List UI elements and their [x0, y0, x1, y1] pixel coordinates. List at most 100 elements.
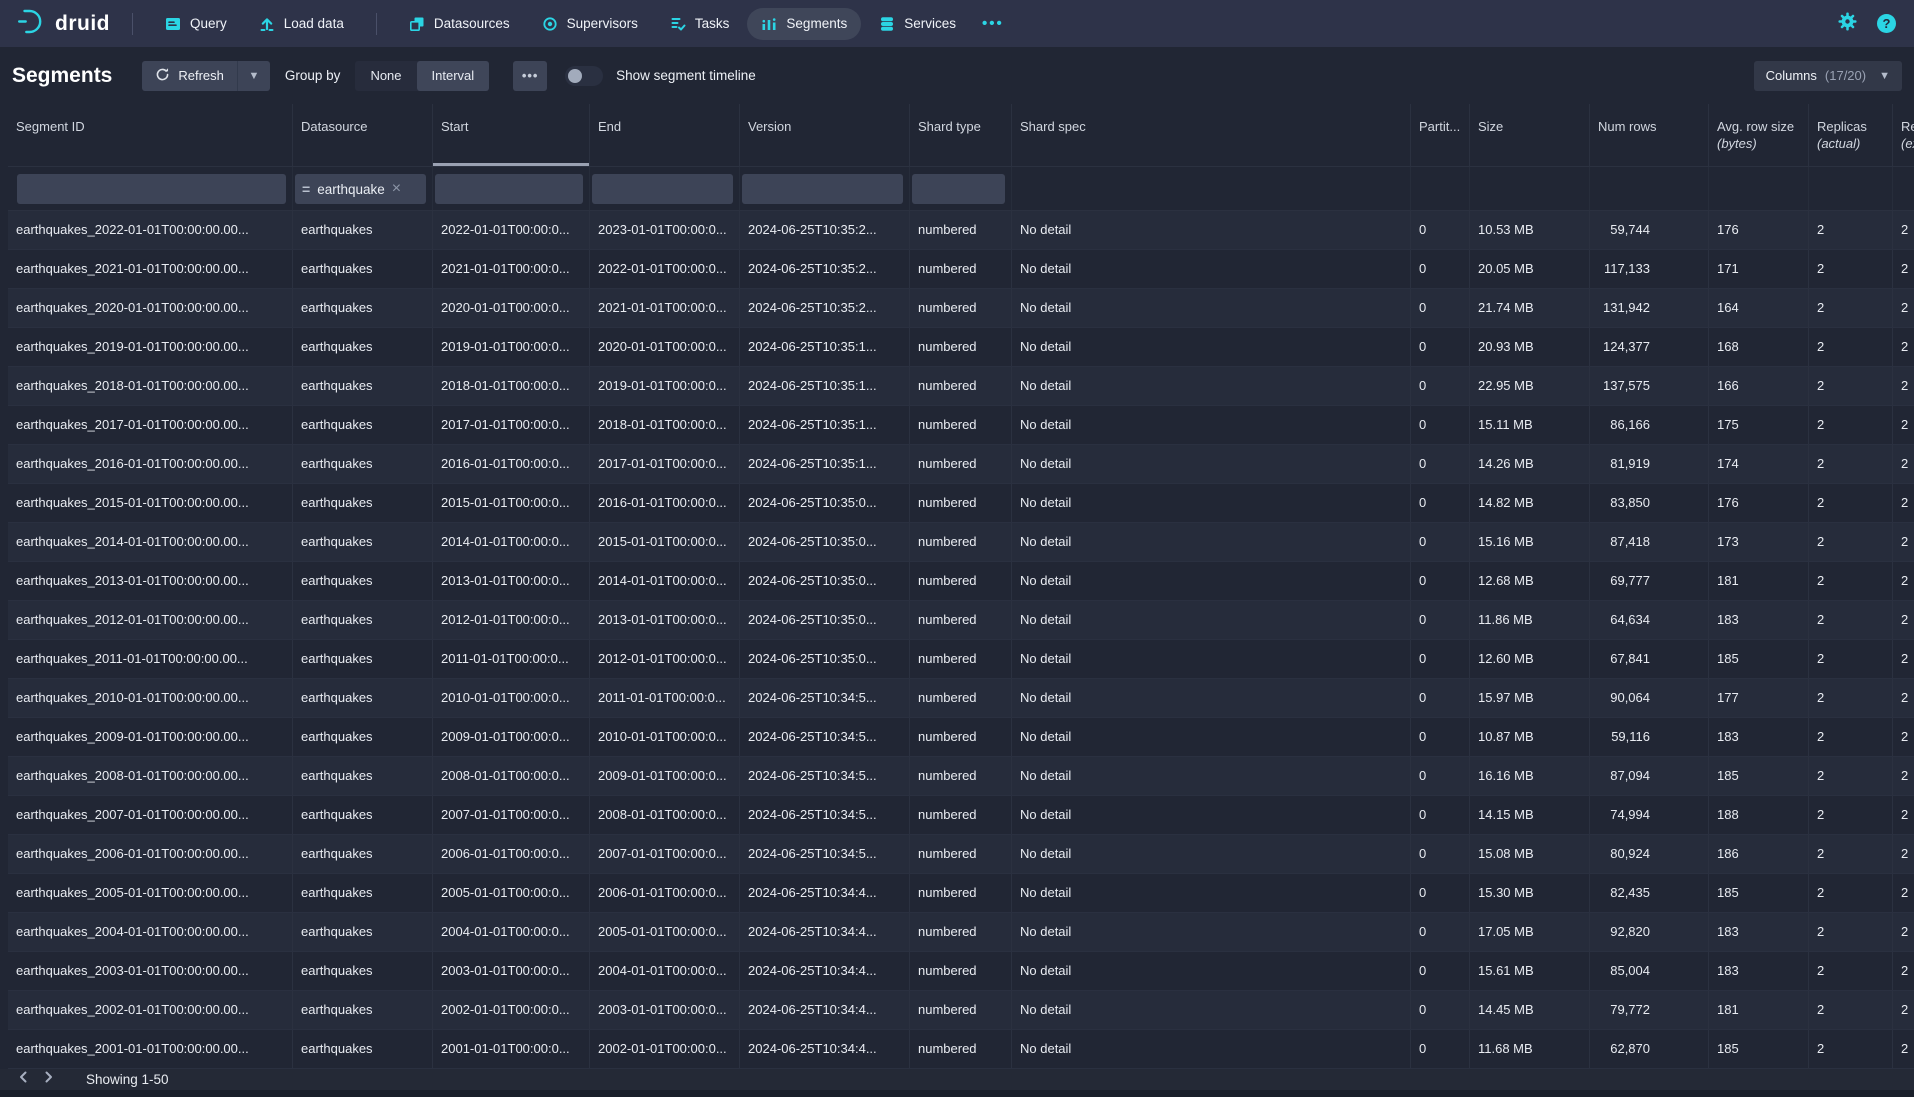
- table-row[interactable]: earthquakes_2009-01-01T00:00:00.00...ear…: [8, 718, 1914, 757]
- filter-cell: [1709, 167, 1809, 210]
- gear-icon[interactable]: [1837, 11, 1858, 37]
- table-row[interactable]: earthquakes_2008-01-01T00:00:00.00...ear…: [8, 757, 1914, 796]
- help-icon[interactable]: ?: [1877, 14, 1896, 33]
- druid-logo[interactable]: druid: [16, 8, 110, 40]
- column-header-partit[interactable]: Partit...: [1411, 104, 1470, 166]
- column-header-end[interactable]: End: [590, 104, 740, 166]
- nav-item-segments[interactable]: Segments: [747, 8, 861, 40]
- table-cell: 2017-01-01T00:00:0...: [590, 445, 740, 483]
- columns-button[interactable]: Columns (17/20) ▼: [1754, 61, 1902, 91]
- table-cell: 2: [1809, 445, 1893, 483]
- refresh-button[interactable]: Refresh: [142, 61, 237, 91]
- column-header-start[interactable]: Start: [433, 104, 590, 166]
- toolbar-more-button[interactable]: •••: [513, 61, 547, 91]
- table-cell: 2010-01-01T00:00:0...: [590, 718, 740, 756]
- column-header-label: Size: [1478, 119, 1581, 134]
- table-cell: 2: [1893, 757, 1914, 795]
- column-header-label: Replicas: [1817, 119, 1884, 134]
- chevron-down-icon: ▼: [248, 70, 259, 82]
- next-page-button[interactable]: [36, 1070, 62, 1090]
- table-cell: 11.68 MB: [1470, 1030, 1590, 1068]
- table-row[interactable]: earthquakes_2007-01-01T00:00:00.00...ear…: [8, 796, 1914, 835]
- table-cell: 0: [1411, 523, 1470, 561]
- chevron-right-icon: [43, 1070, 55, 1089]
- table-row[interactable]: earthquakes_2005-01-01T00:00:00.00...ear…: [8, 874, 1914, 913]
- column-header-num-rows[interactable]: Num rows: [1590, 104, 1709, 166]
- nav-overflow-button[interactable]: •••: [972, 15, 1014, 32]
- table-cell: 20.05 MB: [1470, 250, 1590, 288]
- table-cell: earthquakes: [293, 679, 433, 717]
- table-cell: earthquakes_2011-01-01T00:00:00.00...: [8, 640, 293, 678]
- table-cell: numbered: [910, 406, 1012, 444]
- table-row[interactable]: earthquakes_2002-01-01T00:00:00.00...ear…: [8, 991, 1914, 1030]
- column-header-shard-spec[interactable]: Shard spec: [1012, 104, 1411, 166]
- table-row[interactable]: earthquakes_2013-01-01T00:00:00.00...ear…: [8, 562, 1914, 601]
- column-header-version[interactable]: Version: [740, 104, 910, 166]
- segment-timeline-toggle[interactable]: [565, 66, 603, 86]
- nav-item-tasks[interactable]: Tasks: [656, 8, 744, 40]
- table-row[interactable]: earthquakes_2010-01-01T00:00:00.00...ear…: [8, 679, 1914, 718]
- table-cell: 2: [1893, 601, 1914, 639]
- table-cell: numbered: [910, 796, 1012, 834]
- table-cell: 0: [1411, 679, 1470, 717]
- table-row[interactable]: earthquakes_2020-01-01T00:00:00.00...ear…: [8, 289, 1914, 328]
- column-header-replication-factor[interactable]: Replication factor(expected): [1893, 104, 1914, 166]
- prev-page-button[interactable]: [10, 1070, 36, 1090]
- close-icon[interactable]: ×: [392, 181, 401, 197]
- refresh-dropdown-button[interactable]: ▼: [237, 61, 270, 91]
- table-row[interactable]: earthquakes_2011-01-01T00:00:00.00...ear…: [8, 640, 1914, 679]
- filter-input-start[interactable]: [435, 174, 583, 204]
- table-row[interactable]: earthquakes_2006-01-01T00:00:00.00...ear…: [8, 835, 1914, 874]
- column-header-avg-row-size[interactable]: Avg. row size(bytes): [1709, 104, 1809, 166]
- table-cell: 0: [1411, 835, 1470, 873]
- table-row[interactable]: earthquakes_2022-01-01T00:00:00.00...ear…: [8, 211, 1914, 250]
- column-header-size[interactable]: Size: [1470, 104, 1590, 166]
- table-row[interactable]: earthquakes_2001-01-01T00:00:00.00...ear…: [8, 1030, 1914, 1069]
- filter-input-shard-type[interactable]: [912, 174, 1005, 204]
- table-cell: 0: [1411, 328, 1470, 366]
- column-header-label: Start: [441, 119, 581, 134]
- scrollbar-track[interactable]: [0, 1090, 1914, 1097]
- nav-item-datasources[interactable]: Datasources: [395, 8, 524, 40]
- nav-item-query[interactable]: Query: [151, 8, 241, 40]
- group-by-option-none[interactable]: None: [355, 61, 416, 91]
- column-header-datasource[interactable]: Datasource: [293, 104, 433, 166]
- table-cell: earthquakes: [293, 991, 433, 1029]
- column-header-shard-type[interactable]: Shard type: [910, 104, 1012, 166]
- table-cell: earthquakes_2009-01-01T00:00:00.00...: [8, 718, 293, 756]
- table-cell: 15.97 MB: [1470, 679, 1590, 717]
- table-row[interactable]: earthquakes_2015-01-01T00:00:00.00...ear…: [8, 484, 1914, 523]
- table-row[interactable]: earthquakes_2021-01-01T00:00:00.00...ear…: [8, 250, 1914, 289]
- table-cell: 0: [1411, 991, 1470, 1029]
- table-cell: 174: [1709, 445, 1809, 483]
- filter-input-segment-id[interactable]: [17, 174, 286, 204]
- table-row[interactable]: earthquakes_2004-01-01T00:00:00.00...ear…: [8, 913, 1914, 952]
- filter-input-version[interactable]: [742, 174, 903, 204]
- nav-item-supervisors[interactable]: Supervisors: [528, 8, 652, 40]
- table-cell: 2: [1893, 679, 1914, 717]
- column-header-replicas[interactable]: Replicas(actual): [1809, 104, 1893, 166]
- nav-item-load-data[interactable]: Load data: [245, 8, 358, 40]
- table-cell: 59,744: [1590, 211, 1709, 249]
- table-cell: 2007-01-01T00:00:0...: [590, 835, 740, 873]
- table-row[interactable]: earthquakes_2016-01-01T00:00:00.00...ear…: [8, 445, 1914, 484]
- table-cell: 2: [1893, 289, 1914, 327]
- table-row[interactable]: earthquakes_2018-01-01T00:00:00.00...ear…: [8, 367, 1914, 406]
- table-row[interactable]: earthquakes_2019-01-01T00:00:00.00...ear…: [8, 328, 1914, 367]
- group-by-option-interval[interactable]: Interval: [417, 61, 490, 91]
- table-row[interactable]: earthquakes_2003-01-01T00:00:00.00...ear…: [8, 952, 1914, 991]
- pagination-footer: Showing 1-50: [0, 1069, 1914, 1097]
- table-row[interactable]: earthquakes_2017-01-01T00:00:00.00...ear…: [8, 406, 1914, 445]
- nav-items: QueryLoad data Datasources Supervisors Task…: [149, 8, 972, 40]
- nav-item-label: Supervisors: [567, 16, 638, 31]
- table-cell: earthquakes: [293, 328, 433, 366]
- datasource-filter-chip[interactable]: =earthquake×: [295, 174, 426, 204]
- table-cell: 15.11 MB: [1470, 406, 1590, 444]
- table-row[interactable]: earthquakes_2012-01-01T00:00:00.00...ear…: [8, 601, 1914, 640]
- filter-input-end[interactable]: [592, 174, 733, 204]
- table-cell: 2: [1809, 640, 1893, 678]
- column-header-segment-id[interactable]: Segment ID: [8, 104, 293, 166]
- table-cell: numbered: [910, 874, 1012, 912]
- table-row[interactable]: earthquakes_2014-01-01T00:00:00.00...ear…: [8, 523, 1914, 562]
- nav-item-services[interactable]: Services: [865, 8, 970, 40]
